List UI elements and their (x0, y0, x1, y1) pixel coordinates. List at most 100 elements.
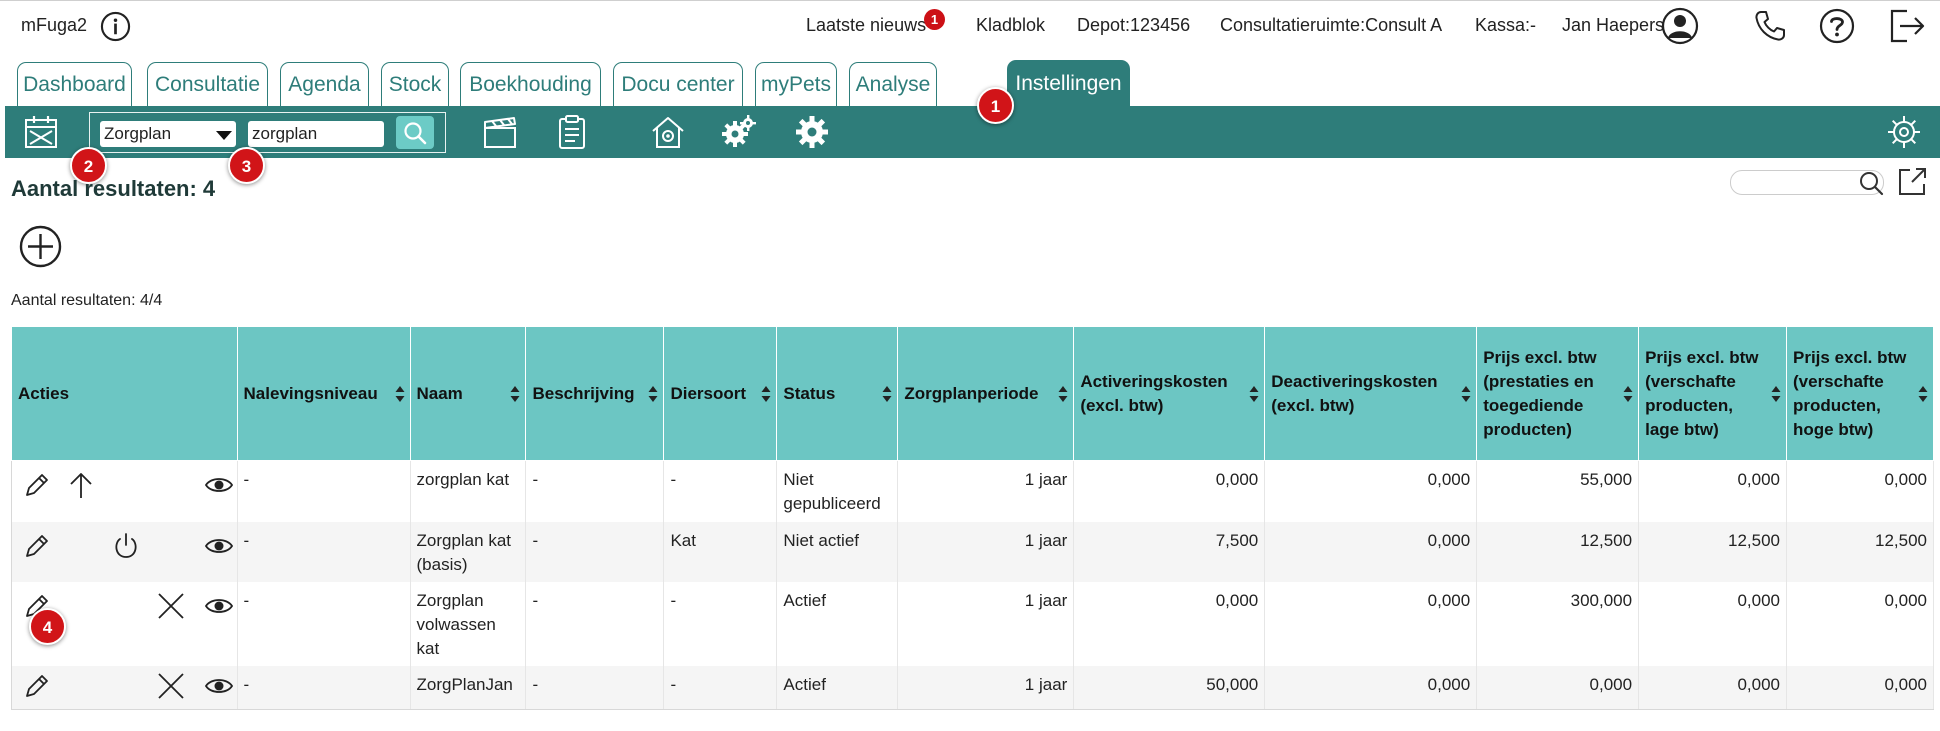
sort-icon (395, 385, 404, 402)
clapperboard-icon[interactable] (481, 113, 519, 151)
calendar-icon[interactable] (22, 113, 60, 151)
col-activeringskosten[interactable]: Activeringskosten (excl. btw) (1073, 326, 1266, 461)
col-label: Zorgplanperiode (904, 383, 1039, 403)
clinic-icon[interactable] (649, 113, 687, 151)
info-icon[interactable] (100, 11, 131, 42)
type-select[interactable]: Zorgplan (100, 121, 236, 147)
consult-room-link[interactable]: Consultatieruimte:Consult A (1220, 15, 1442, 36)
cell-beschrijving: - (525, 521, 665, 582)
tab-dashboard[interactable]: Dashboard (17, 62, 132, 106)
tab-consultatie[interactable]: Consultatie (147, 62, 268, 106)
power-icon[interactable] (111, 531, 141, 561)
notepad-link[interactable]: Kladblok (976, 15, 1045, 36)
up-arrow-icon[interactable] (66, 470, 96, 500)
cell-status: Niet actief (776, 521, 899, 582)
table-header-row: Acties Nalevingsniveau Naam Beschrijving… (11, 326, 1934, 461)
col-label: Acties (18, 383, 70, 403)
col-prijs-prestaties[interactable]: Prijs excl. btw (prestaties en toegedien… (1476, 326, 1640, 461)
cell-nalevingsniveau: - (237, 581, 411, 666)
cell-naam: zorgplan kat (410, 460, 527, 522)
col-nalevingsniveau[interactable]: Nalevingsniveau (236, 326, 411, 461)
col-label: Status (783, 383, 836, 403)
cell-diersoort: - (663, 665, 778, 710)
cell-nalevingsniveau: - (237, 460, 411, 522)
help-icon[interactable] (1819, 8, 1855, 44)
register-link[interactable]: Kassa:- (1475, 15, 1536, 36)
col-deactiveringskosten[interactable]: Deactiveringskosten (excl. btw) (1264, 326, 1478, 461)
gears-icon[interactable] (720, 113, 758, 151)
cell-periode: 1 jaar (897, 460, 1075, 522)
close-icon[interactable] (156, 591, 186, 621)
edit-icon[interactable] (22, 531, 52, 561)
eye-icon[interactable] (204, 591, 234, 621)
news-link[interactable]: Laatste nieuws (806, 15, 926, 36)
search-icon[interactable] (1858, 170, 1884, 196)
cell-beschrijving: - (525, 460, 665, 522)
cell-naam: ZorgPlanJan (410, 665, 527, 710)
results-table: Acties Nalevingsniveau Naam Beschrijving… (11, 326, 1934, 710)
cell-prijs-prestaties: 55,000 (1476, 460, 1640, 522)
toolbar: Zorgplan (5, 106, 1940, 158)
gear-icon[interactable] (793, 113, 831, 151)
type-select-value: Zorgplan (104, 124, 172, 143)
sort-icon (1461, 385, 1471, 402)
tab-stock[interactable]: Stock (381, 62, 449, 106)
eye-icon[interactable] (204, 470, 234, 500)
filter-box: Zorgplan (89, 112, 446, 153)
close-icon[interactable] (156, 671, 186, 701)
depot-link[interactable]: Depot:123456 (1077, 15, 1190, 36)
marker-1: 1 (977, 87, 1014, 124)
add-icon[interactable] (18, 224, 63, 269)
cell-nalevingsniveau: - (237, 521, 411, 582)
cell-prijs-hoog: 0,000 (1786, 581, 1934, 666)
tab-boekhouding[interactable]: Boekhouding (460, 62, 601, 106)
col-prijs-lage-btw[interactable]: Prijs excl. btw (verschafte producten, l… (1638, 326, 1787, 461)
actions-cell (11, 521, 238, 582)
phone-icon[interactable] (1753, 9, 1787, 43)
col-naam[interactable]: Naam (409, 326, 527, 461)
cell-prijs-laag: 0,000 (1638, 665, 1787, 710)
col-status[interactable]: Status (776, 326, 899, 461)
tab-analyse[interactable]: Analyse (849, 62, 937, 106)
search-button[interactable] (396, 116, 434, 149)
cell-periode: 1 jaar (897, 665, 1075, 710)
settings-icon[interactable] (1885, 113, 1923, 151)
actions-cell (11, 665, 238, 710)
logout-icon[interactable] (1887, 6, 1927, 46)
tab-docu-center[interactable]: Docu center (613, 62, 743, 106)
cell-status: Actief (776, 581, 899, 666)
tab-mypets[interactable]: myPets (755, 62, 837, 106)
col-beschrijving[interactable]: Beschrijving (525, 326, 665, 461)
user-icon[interactable] (1661, 7, 1699, 45)
eye-icon[interactable] (204, 531, 234, 561)
cell-status: Actief (776, 665, 899, 710)
export-icon[interactable] (1896, 166, 1928, 198)
tab-agenda[interactable]: Agenda (280, 62, 369, 106)
marker-4: 4 (29, 608, 66, 645)
col-label: Diersoort (670, 383, 747, 403)
col-diersoort[interactable]: Diersoort (663, 326, 778, 461)
cell-prijs-prestaties: 0,000 (1476, 665, 1640, 710)
sort-icon (1249, 385, 1259, 402)
sort-icon (648, 385, 658, 402)
user-name[interactable]: Jan Haepers (1562, 15, 1664, 36)
edit-icon[interactable] (22, 671, 52, 701)
col-label: Activeringskosten (excl. btw) (1080, 371, 1228, 415)
tab-instellingen[interactable]: Instellingen (1007, 60, 1130, 107)
col-zorgplanperiode[interactable]: Zorgplanperiode (897, 326, 1075, 461)
clipboard-icon[interactable] (553, 113, 591, 151)
table-row: - Zorgplan kat (basis) - Kat Niet actief… (11, 521, 1934, 582)
cell-nalevingsniveau: - (237, 665, 411, 710)
col-prijs-hoge-btw[interactable]: Prijs excl. btw (verschafte producten, h… (1786, 326, 1934, 461)
sort-icon (1918, 385, 1928, 402)
search-input[interactable] (248, 121, 384, 147)
cell-naam: Zorgplan kat (basis) (410, 521, 527, 582)
page-title: Aantal resultaten: 4 (11, 176, 216, 201)
cell-naam: Zorgplan volwassen kat (410, 581, 527, 666)
main-tabs: Dashboard Consultatie Agenda Stock Boekh… (0, 60, 1940, 107)
col-label: Naam (416, 383, 463, 403)
eye-icon[interactable] (204, 671, 234, 701)
edit-icon[interactable] (22, 470, 52, 500)
cell-prijs-laag: 0,000 (1638, 581, 1787, 666)
actions-cell (11, 460, 238, 522)
